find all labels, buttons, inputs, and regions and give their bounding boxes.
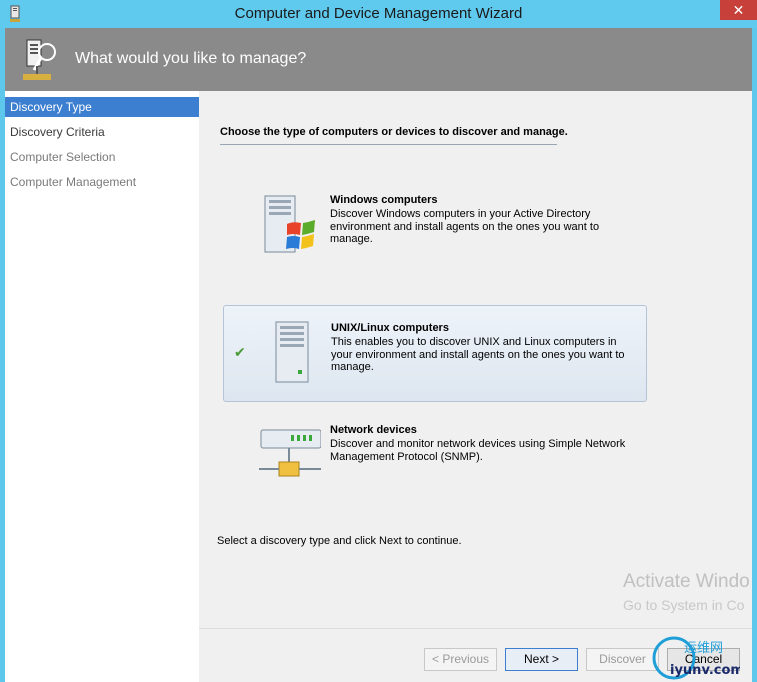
network-device-icon — [259, 429, 321, 477]
footer-hint: Select a discovery type and click Next t… — [217, 535, 462, 547]
page-title: What would you like to manage? — [75, 50, 307, 67]
option-title: Windows computers — [330, 194, 438, 206]
windows-server-icon — [264, 195, 315, 253]
option-description: Discover Windows computers in your Activ… — [330, 208, 600, 245]
activation-watermark-subtitle: Go to System in Co — [623, 597, 745, 613]
option-windows-computers[interactable]: Windows computers Discover Windows compu… — [223, 178, 647, 275]
wizard-header-icon — [23, 39, 56, 80]
discover-button[interactable]: Discover — [586, 648, 659, 671]
instruction-underline — [220, 144, 557, 145]
logo-domain: iyunv.com — [670, 663, 740, 678]
wizard-sidebar: Discovery Type Discovery Criteria Comput… — [5, 91, 199, 682]
sidebar-item-computer-selection: Computer Selection — [10, 150, 116, 164]
logo-text: 运维网 — [684, 641, 723, 656]
next-button[interactable]: Next > — [505, 648, 578, 671]
sidebar-item-computer-management: Computer Management — [10, 175, 137, 189]
window-title: Computer and Device Management Wizard — [234, 5, 523, 22]
wizard-header: What would you like to manage? — [5, 28, 752, 91]
instruction-text: Choose the type of computers or devices … — [220, 126, 568, 138]
option-description: This enables you to discover UNIX and Li… — [331, 336, 625, 373]
activation-watermark-title: Activate Windo — [623, 571, 750, 592]
wizard-content: Choose the type of computers or devices … — [199, 91, 752, 628]
sidebar-item-discovery-criteria[interactable]: Discovery Criteria — [5, 122, 199, 142]
option-unix-linux-computers[interactable]: ✔ UNIX/Linux computers This enables you … — [223, 305, 647, 402]
close-button[interactable]: ✕ — [720, 0, 757, 20]
check-icon: ✔ — [234, 344, 246, 360]
option-title: UNIX/Linux computers — [331, 322, 449, 334]
close-icon: ✕ — [732, 2, 745, 18]
option-title: Network devices — [330, 424, 417, 436]
title-bar: Computer and Device Management Wizard ✕ — [0, 0, 757, 28]
option-description: Discover and monitor network devices usi… — [330, 438, 626, 463]
site-logo: 运维网 iyunv.com — [652, 636, 740, 680]
previous-button[interactable]: < Previous — [424, 648, 497, 671]
unix-server-icon — [275, 321, 309, 383]
option-network-devices[interactable]: Network devices Discover and monitor net… — [223, 408, 647, 505]
sidebar-item-discovery-type[interactable]: Discovery Type — [5, 97, 199, 117]
